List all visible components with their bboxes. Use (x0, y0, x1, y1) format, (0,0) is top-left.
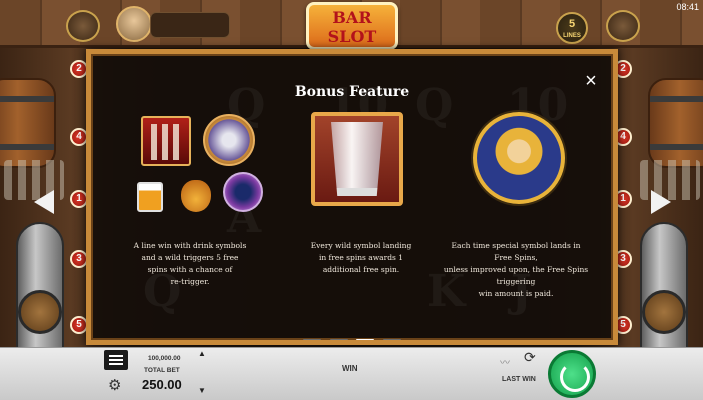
game-logo: BAR SLOT (306, 2, 398, 50)
status-clock: 08:41 (676, 2, 699, 12)
description-line: triggering (496, 277, 536, 286)
top-info-panel (150, 12, 230, 38)
tap-badge-left (18, 290, 62, 334)
page-dot-active[interactable] (356, 339, 375, 340)
lines-count: 5 (568, 18, 576, 30)
win-label: WIN (342, 364, 358, 373)
tap-badge-right (642, 290, 686, 334)
barrel-icon-right (606, 10, 640, 42)
total-bet-value: 250.00 (142, 377, 182, 392)
lines-badge: 5 LINES (556, 12, 588, 44)
history-graph-icon[interactable]: 〰 (500, 354, 510, 369)
lines-label: LINES (563, 33, 581, 39)
spin-button[interactable] (548, 350, 596, 398)
description-line: unless improved upon, the Free Spins (443, 265, 589, 274)
description-line: in free spins awards 1 (318, 253, 404, 262)
barrel-right (648, 78, 703, 168)
bottle-symbol-icon (223, 172, 263, 212)
last-win-label: LAST WIN (502, 376, 536, 383)
money-bag-symbol-icon (181, 180, 211, 212)
settings-gear-icon[interactable]: ⚙ (108, 376, 121, 394)
feature-description: Each time special symbol lands in Free S… (441, 240, 591, 300)
modal-title: Bonus Feature (294, 84, 410, 100)
next-page-arrow-icon[interactable] (651, 190, 671, 214)
shot-glass-wild-icon (311, 112, 403, 206)
logo-line2: SLOT (327, 27, 377, 46)
close-icon[interactable]: × (581, 71, 601, 92)
bet-increase-icon[interactable]: ▲ (198, 349, 206, 358)
description-line: spins with a chance of (147, 265, 233, 274)
barmaid-portrait-icon (473, 112, 565, 204)
page-dot[interactable] (329, 339, 348, 340)
feature-description: A line win with drink symbols and a wild… (131, 240, 249, 288)
description-line: Free Spins, (494, 253, 538, 262)
description-line: A line win with drink symbols (133, 241, 247, 250)
balance-value: 100,000.00 (148, 355, 181, 362)
description-line: and a wild triggers 5 free (141, 253, 239, 262)
description-line: Each time special symbol lands in (451, 241, 581, 250)
total-bet-label: TOTAL BET (144, 367, 180, 374)
bet-decrease-icon[interactable]: ▼ (198, 386, 206, 395)
bonus-feature-modal: Q 10 Q 10 A Q K J Bonus Feature × A line… (86, 49, 618, 345)
description-line: Every wild symbol landing (310, 241, 412, 250)
barrel-left (0, 78, 56, 168)
logo-line1: BAR (332, 8, 372, 27)
description-line: additional free spin. (322, 265, 400, 274)
page-dot[interactable] (382, 339, 401, 340)
description-line: win amount is paid. (478, 289, 554, 298)
feature-description: Every wild symbol landing in free spins … (295, 240, 427, 276)
shots-symbol-icon (203, 114, 255, 166)
barrel-icon-left (66, 10, 100, 42)
wild-symbol-icon (141, 116, 191, 166)
menu-button[interactable] (104, 350, 128, 370)
character-portrait-icon (116, 6, 152, 42)
autoplay-icon[interactable]: ⟳ (524, 349, 536, 366)
shot-glass-icon (331, 122, 383, 196)
beer-mug-symbol-icon (137, 182, 163, 212)
page-dot[interactable] (303, 339, 322, 340)
description-line: re-trigger. (170, 277, 210, 286)
page-indicator (91, 328, 613, 340)
previous-page-arrow-icon[interactable] (34, 190, 54, 214)
